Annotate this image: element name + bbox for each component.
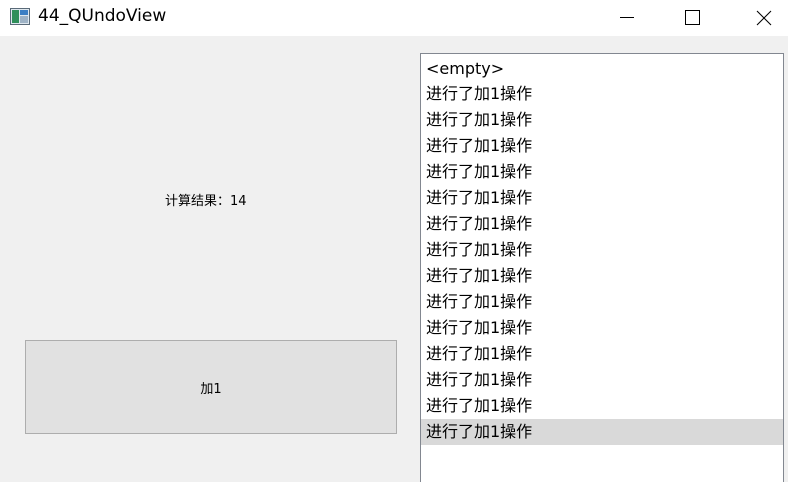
undo-item[interactable]: 进行了加1操作 bbox=[421, 107, 783, 133]
close-icon bbox=[756, 10, 772, 26]
main-window: 44_QUndoView 计算结果：14 加1 <empty> 进行了加1操作 … bbox=[0, 0, 788, 482]
undo-view-list[interactable]: <empty> 进行了加1操作 进行了加1操作 进行了加1操作 进行了加1操作 … bbox=[420, 53, 784, 482]
app-icon bbox=[10, 8, 30, 25]
undo-item[interactable]: 进行了加1操作 bbox=[421, 367, 783, 393]
undo-item[interactable]: 进行了加1操作 bbox=[421, 315, 783, 341]
undo-item[interactable]: 进行了加1操作 bbox=[421, 289, 783, 315]
undo-item[interactable]: 进行了加1操作 bbox=[421, 211, 783, 237]
undo-item[interactable]: 进行了加1操作 bbox=[421, 159, 783, 185]
undo-item[interactable]: 进行了加1操作 bbox=[421, 393, 783, 419]
title-bar[interactable]: 44_QUndoView bbox=[0, 0, 788, 36]
undo-item[interactable]: 进行了加1操作 bbox=[421, 341, 783, 367]
undo-item-empty[interactable]: <empty> bbox=[421, 54, 783, 81]
undo-item[interactable]: 进行了加1操作 bbox=[421, 237, 783, 263]
window-title: 44_QUndoView bbox=[38, 6, 167, 26]
add-one-button-label: 加1 bbox=[200, 381, 222, 397]
undo-item[interactable]: 进行了加1操作 bbox=[421, 263, 783, 289]
minimize-button[interactable] bbox=[603, 0, 649, 36]
undo-item[interactable]: 进行了加1操作 bbox=[421, 133, 783, 159]
undo-item[interactable]: 进行了加1操作 bbox=[421, 81, 783, 107]
maximize-icon bbox=[685, 10, 700, 25]
undo-item-selected[interactable]: 进行了加1操作 bbox=[421, 419, 783, 445]
maximize-button[interactable] bbox=[670, 0, 716, 36]
undo-item[interactable]: 进行了加1操作 bbox=[421, 185, 783, 211]
close-button[interactable] bbox=[741, 0, 787, 36]
result-label: 计算结果：14 bbox=[165, 194, 247, 209]
minimize-icon bbox=[620, 17, 634, 18]
add-one-button[interactable]: 加1 bbox=[25, 340, 397, 434]
